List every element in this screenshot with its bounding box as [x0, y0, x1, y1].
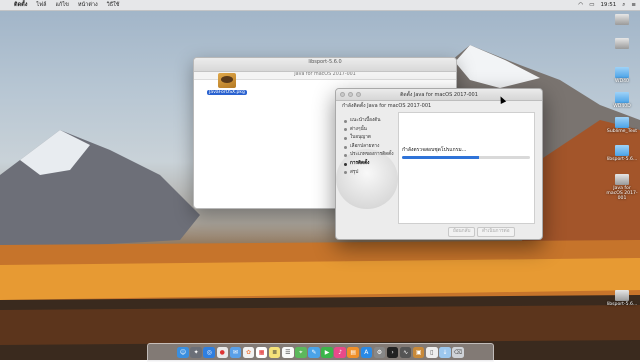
step-bullet-icon [344, 145, 347, 149]
installer-steps: แนะนำเบื้องต้น ต่างๆนั้น ใบอนุญาต เลือกป… [344, 117, 404, 177]
terminal-icon[interactable]: › [386, 346, 399, 359]
step-summary: สรุป [344, 169, 404, 178]
installer-content-panel: กำลังตรวจสอบชุดโปรแกรม... [398, 112, 535, 224]
photos-icon[interactable]: ✿ [242, 346, 255, 359]
package-file[interactable]: JavaForOSX.pkg [207, 73, 247, 95]
step-readme: ต่างๆนั้น [344, 126, 404, 135]
maps-icon[interactable]: ⌖ [295, 346, 307, 359]
step-destination: เลือกปลายทาง [344, 143, 404, 152]
trash-icon[interactable]: ⌫ [452, 346, 464, 359]
folder-icon[interactable] [615, 92, 629, 103]
step-label: สรุป [350, 169, 359, 175]
desktop-icon-label: Sublime_Text [606, 129, 638, 134]
progress-fill [402, 156, 479, 159]
desktop-icon-drive[interactable] [605, 14, 639, 26]
messages-icon[interactable]: ✎ [308, 346, 320, 359]
desktop-icon-drive-2[interactable] [605, 38, 639, 50]
menu-list-icon[interactable]: ≡ [631, 2, 636, 8]
desktop-icon-libsport-folder[interactable]: libsport-5.6... [605, 145, 639, 162]
notes-icon[interactable]: ≣ [268, 346, 281, 359]
step-license: ใบอนุญาต [344, 134, 404, 143]
installer-icon[interactable]: ▣ [412, 346, 425, 359]
step-bullet-icon [344, 154, 347, 158]
step-installation: การติดตั้ง [344, 160, 404, 169]
chrome-icon[interactable]: ● [216, 346, 229, 359]
document-icon[interactable]: ▯ [426, 346, 438, 359]
step-label: การติดตั้ง [350, 160, 370, 166]
finder-icon[interactable]: ☺ [177, 346, 189, 359]
finder-titlebar[interactable]: libsport-5.6.0 [194, 58, 456, 72]
safari-icon[interactable]: ◎ [203, 346, 215, 359]
step-label: แนะนำเบื้องต้น [350, 118, 381, 123]
desktop-icon-label: libsport-5.6... [606, 157, 638, 162]
menu-edit[interactable]: แก้ไข [55, 1, 68, 9]
mail-icon[interactable]: ✉ [229, 346, 242, 359]
step-label: ใบอนุญาต [350, 135, 371, 141]
step-bullet-icon [344, 119, 347, 123]
wifi-icon[interactable]: ◠ [578, 2, 583, 8]
battery-icon[interactable]: ▭ [589, 2, 594, 8]
folder-icon[interactable] [615, 67, 629, 78]
step-label: ประเภทของการติดตั้ง [350, 152, 394, 158]
activity-icon[interactable]: ∿ [399, 346, 412, 359]
desktop-icon-java-dmg[interactable]: Java for macOS 2017-001 [605, 174, 639, 201]
package-icon[interactable] [218, 73, 236, 88]
step-bullet-icon [344, 128, 347, 132]
desktop-icon-label: Java for macOS 2017-001 [606, 186, 638, 201]
finder-title: libsport-5.6.0 [308, 59, 342, 65]
desktop-icon-label: WD40 [615, 79, 629, 84]
installer-window: ติดตั้ง Java for macOS 2017-001 กำลังติด… [335, 88, 543, 240]
status-message: กำลังตรวจสอบชุดโปรแกรม... [402, 147, 467, 153]
menu-window[interactable]: หน้าต่าง [78, 1, 98, 9]
menu-extras: ◠ ▭ 19:51 ⌕ ≡ [578, 0, 636, 10]
installer-subtitle: กำลังติดตั้ง Java for macOS 2017-001 [342, 103, 432, 109]
step-bullet-icon [344, 171, 347, 175]
hard-drive-icon[interactable] [615, 38, 629, 49]
desktop-icon-label: libsport-5.6... [606, 302, 638, 307]
disk-image-icon[interactable] [615, 174, 629, 185]
step-bullet-icon [344, 162, 347, 166]
downloads-icon[interactable]: ↓ [439, 346, 451, 359]
menu-app-name[interactable]: ติดตั้ง [14, 1, 27, 9]
folder-icon[interactable] [615, 117, 629, 128]
disk-image-icon[interactable] [615, 290, 629, 301]
back-button[interactable]: ย้อนกลับ [448, 227, 476, 237]
step-label: ต่างๆนั้น [350, 126, 367, 132]
menu-help[interactable]: วิธีใช้ [107, 1, 120, 9]
step-introduction: แนะนำเบื้องต้น [344, 117, 404, 126]
ibooks-icon[interactable]: ▤ [347, 346, 359, 359]
installer-title: ติดตั้ง Java for macOS 2017-001 [400, 92, 478, 98]
package-file-label[interactable]: JavaForOSX.pkg [207, 90, 247, 95]
installer-titlebar[interactable]: ติดตั้ง Java for macOS 2017-001 [336, 89, 542, 101]
clock-text[interactable]: 19:51 [600, 2, 616, 8]
launchpad-icon[interactable]: ✦ [190, 346, 202, 359]
desktop-icon-wd40[interactable]: WD40 [605, 67, 639, 84]
hard-drive-icon[interactable] [615, 14, 629, 25]
reminders-icon[interactable]: ☰ [282, 346, 294, 359]
continue-button[interactable]: ดำเนินการต่อ [477, 227, 515, 237]
step-label: เลือกปลายทาง [350, 143, 380, 149]
desktop-icon-label: WD40D [613, 104, 631, 109]
step-bullet-icon [344, 136, 347, 140]
menu-bar: ติดตั้ง ไฟล์ แก้ไข หน้าต่าง วิธีใช้ ◠ ▭ … [0, 0, 640, 11]
search-icon[interactable]: ⌕ [622, 2, 625, 9]
facetime-icon[interactable]: ▶ [321, 346, 333, 359]
dock: ☺ ✦ ◎ ● ✉ ✿ ▦ ≣ ☰ ⌖ ✎ ▶ ♪ ▤ A ⚙ › ∿ ▣ ▯ … [147, 343, 494, 362]
itunes-icon[interactable]: ♪ [334, 346, 346, 359]
step-installation-type: ประเภทของการติดตั้ง [344, 151, 404, 160]
desktop-icon-libsport-dmg[interactable]: libsport-5.6... [605, 290, 639, 307]
preferences-icon[interactable]: ⚙ [373, 346, 386, 359]
progress-bar [402, 156, 530, 159]
desktop-icon-sublime[interactable]: Sublime_Text [605, 117, 639, 134]
folder-icon[interactable] [615, 145, 629, 156]
desktop-icon-wd40d[interactable]: WD40D [605, 92, 639, 109]
calendar-icon[interactable]: ▦ [255, 346, 268, 359]
menu-file[interactable]: ไฟล์ [36, 1, 46, 9]
appstore-icon[interactable]: A [360, 346, 373, 359]
